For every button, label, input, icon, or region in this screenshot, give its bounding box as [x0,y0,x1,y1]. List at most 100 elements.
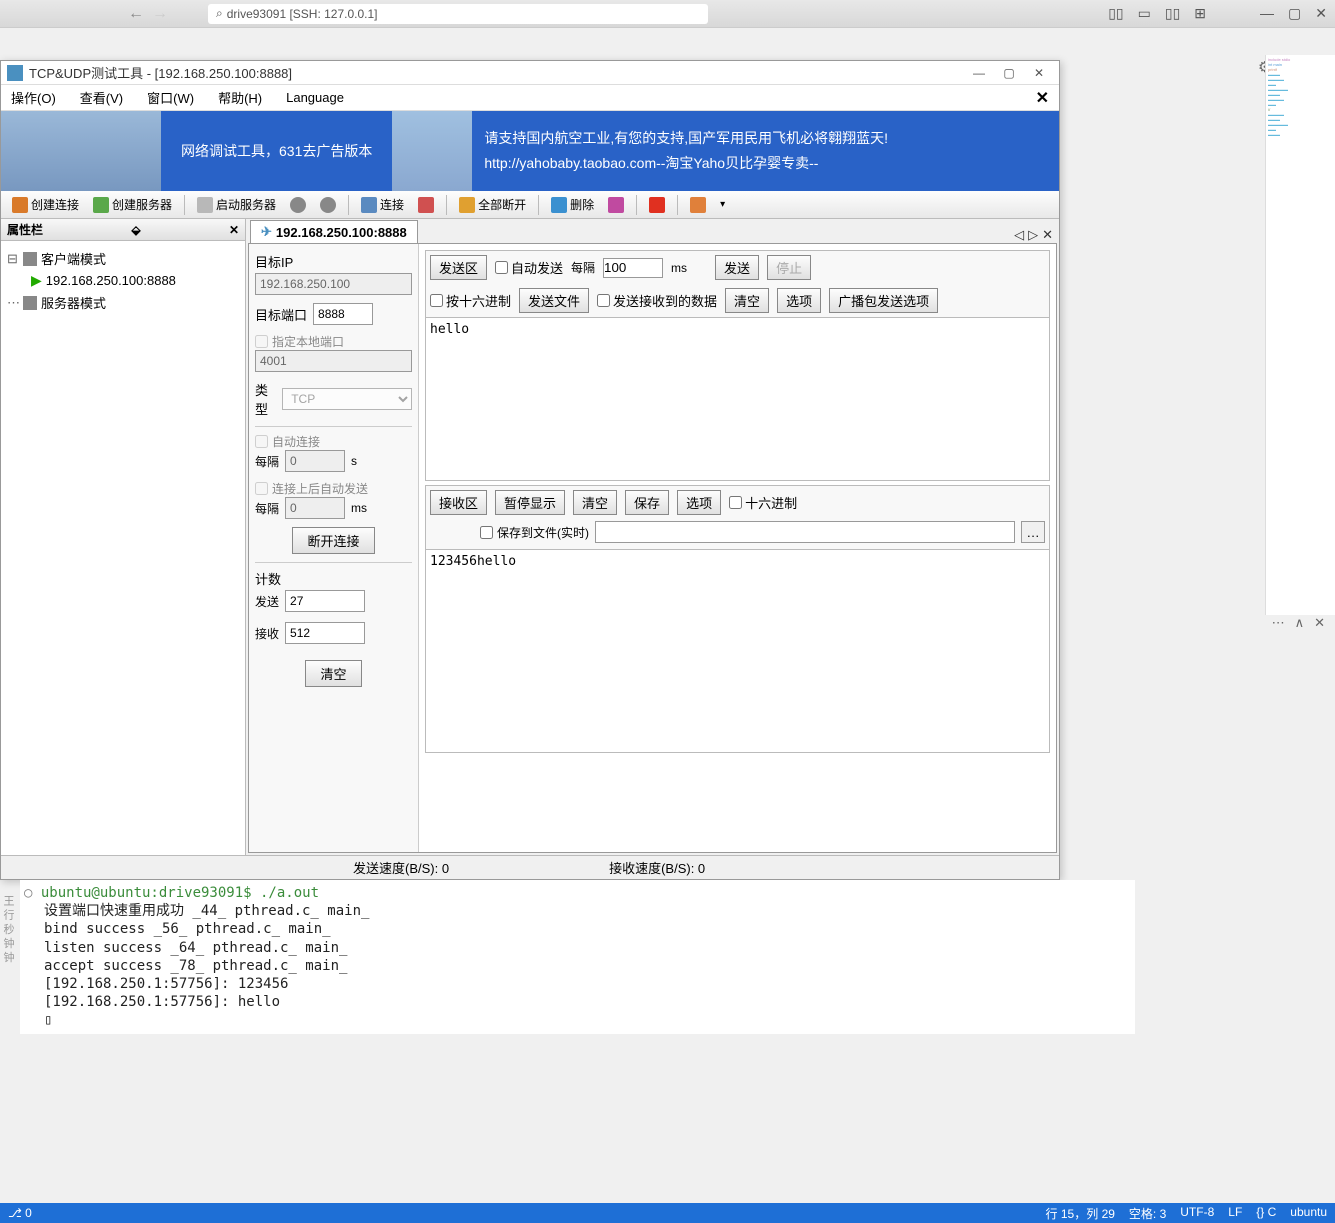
broadcast-button[interactable]: 广播包发送选项 [829,288,938,313]
send-area-label-button[interactable]: 发送区 [430,255,487,280]
tab-prev-icon[interactable]: ◁ [1014,227,1024,243]
recv-options-button[interactable]: 选项 [677,490,721,515]
connection-tab[interactable]: ✈ 192.168.250.100:8888 [250,220,418,243]
hex-send-checkbox[interactable] [430,294,443,307]
create-server-button[interactable]: 创建服务器 [88,194,177,215]
send-file-button[interactable]: 发送文件 [519,288,589,313]
close-button[interactable]: ✕ [1025,63,1053,83]
hex-recv-checkbox[interactable] [729,496,742,509]
cursor-position[interactable]: 行 15，列 29 [1046,1205,1115,1222]
close-panel-icon[interactable]: ✕ [1314,615,1325,631]
help-icon-button[interactable] [685,195,711,215]
host[interactable]: ubuntu [1290,1205,1327,1222]
indentation[interactable]: 空格: 3 [1129,1205,1166,1222]
tab-close-icon[interactable]: ✕ [1042,227,1053,243]
menu-window[interactable]: 窗口(W) [147,88,194,107]
target-port-input[interactable] [313,303,373,325]
hex-recv-label[interactable]: 十六进制 [729,493,797,512]
browse-file-button[interactable]: … [1021,521,1045,543]
send-area: 发送区 自动发送 每隔 ms 发送 停止 按十六进制 发送文件 发送接收到的数据 [425,250,1050,481]
interval2-input[interactable] [285,497,345,519]
send-interval-input[interactable] [603,258,663,278]
encoding[interactable]: UTF-8 [1180,1205,1214,1222]
connect-button[interactable]: 连接 [356,194,409,215]
delete-server-button[interactable] [315,195,341,215]
tab-label: 192.168.250.100:8888 [276,225,407,240]
panel-bottom-icon[interactable]: ▭ [1138,5,1151,22]
maximize-button[interactable]: ▢ [995,63,1023,83]
send-recv-data-label[interactable]: 发送接收到的数据 [597,291,717,310]
recv-header-row1: 接收区 暂停显示 清空 保存 选项 十六进制 [426,486,1049,519]
auto-connect-checkbox[interactable] [255,435,268,448]
clear-count-button[interactable]: 清空 [305,660,361,687]
client-mode-node[interactable]: ⊟ 客户端模式 [7,247,239,270]
hex-send-label[interactable]: 按十六进制 [430,291,511,310]
reconnect-button[interactable] [413,195,439,215]
pin-icon[interactable]: ⬙ [131,223,140,237]
more-icon[interactable]: ⋯ [1272,615,1285,631]
menu-help[interactable]: 帮助(H) [218,88,262,107]
disconnect-all-button[interactable]: 全部断开 [454,194,531,215]
connection-item[interactable]: ▶ 192.168.250.100:8888 [31,270,239,291]
recv-count-input[interactable] [285,622,365,644]
stop-icon-button[interactable] [644,195,670,215]
remote-indicator[interactable]: ⎇ 0 [8,1206,32,1220]
start-server-button[interactable]: 启动服务器 [192,194,281,215]
target-ip-input[interactable] [255,273,412,295]
tab-next-icon[interactable]: ▷ [1028,227,1038,243]
menu-language[interactable]: Language [286,90,344,105]
save-file-checkbox[interactable] [480,524,493,541]
minimize-button[interactable]: — [965,63,993,83]
code-minimap[interactable]: include stdioint mainprintf ▬▬▬▬▬▬▬▬▬▬▬▬… [1265,55,1335,615]
layout-icon[interactable]: ⊞ [1194,5,1206,22]
maximize-icon[interactable]: ▢ [1288,5,1301,22]
menu-operation[interactable]: 操作(O) [11,88,56,107]
delete-button[interactable]: 删除 [546,194,599,215]
send-button[interactable]: 发送 [715,255,759,280]
command-center[interactable]: ⌕ drive93091 [SSH: 127.0.0.1] [208,4,708,24]
menu-view[interactable]: 查看(V) [80,88,123,107]
clear-recv-button[interactable]: 清空 [573,490,617,515]
stop-server-button[interactable] [285,195,311,215]
auto-send-label[interactable]: 自动发送 [495,258,563,277]
tab-content: 目标IP 目标端口 指定本地端口 类型 TCP 自动连接 每隔s [248,243,1057,853]
chevron-up-icon[interactable]: ∧ [1295,615,1305,631]
save-file-realtime-label[interactable]: 保存到文件(实时) [480,524,589,541]
auto-send-checkbox[interactable] [495,261,508,274]
toolbar: 创建连接 创建服务器 启动服务器 连接 全部断开 删除 ▾ [1,191,1059,219]
type-select[interactable]: TCP [282,388,412,410]
terminal-panel[interactable]: ○ ubuntu@ubuntu:drive93091$ ./a.out 设置端口… [20,880,1135,1034]
client-children: ▶ 192.168.250.100:8888 [31,270,239,291]
panel-close-icon[interactable]: ✕ [229,223,239,237]
local-port-input[interactable] [255,350,412,372]
clear-send-button[interactable]: 清空 [725,288,769,313]
server-mode-node[interactable]: ⋯ 服务器模式 [7,291,239,314]
language-mode[interactable]: {} C [1256,1205,1276,1222]
eol[interactable]: LF [1228,1205,1242,1222]
create-connection-button[interactable]: 创建连接 [7,194,84,215]
back-arrow-icon[interactable]: ← [128,5,144,23]
save-recv-button[interactable]: 保存 [625,490,669,515]
send-count-input[interactable] [285,590,365,612]
send-options-button[interactable]: 选项 [777,288,821,313]
mdi-close-button[interactable]: ✕ [1036,88,1049,108]
pause-display-button[interactable]: 暂停显示 [495,490,565,515]
save-file-path-input[interactable] [595,521,1015,543]
panel-left-icon[interactable]: ▯▯ [1108,5,1123,22]
send-recv-data-checkbox[interactable] [597,294,610,307]
minimize-icon[interactable]: — [1260,5,1274,22]
panel-right-icon[interactable]: ▯▯ [1165,5,1180,22]
stop-button[interactable]: 停止 [767,255,811,280]
toolbar-dropdown[interactable]: ▾ [715,197,730,212]
auto-send-after-checkbox[interactable] [255,482,268,495]
local-port-checkbox[interactable] [255,335,268,348]
disconnect-button[interactable]: 断开连接 [292,527,374,554]
interval1-input[interactable] [285,450,345,472]
close-icon[interactable]: ✕ [1315,5,1327,22]
send-textarea[interactable]: hello [426,317,1049,477]
expand-icon[interactable]: ⊟ [7,251,19,267]
recv-area-label-button[interactable]: 接收区 [430,490,487,515]
delete-all-button[interactable] [603,195,629,215]
forward-arrow-icon[interactable]: → [152,5,168,23]
recv-textarea[interactable]: 123456hello [426,549,1049,749]
